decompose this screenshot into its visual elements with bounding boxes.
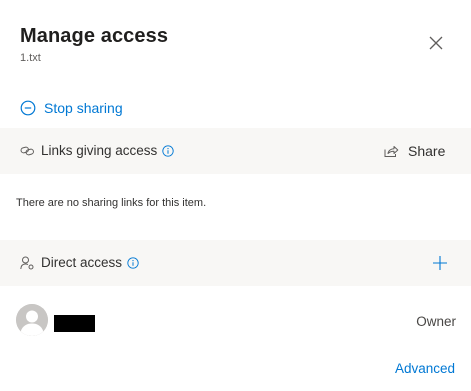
person-avatar-icon [16,304,48,336]
no-links-message: There are no sharing links for this item… [16,197,207,209]
close-icon [429,36,443,50]
stop-sharing-button[interactable]: Stop sharing [20,98,123,118]
link-icon [20,146,34,156]
panel-header: Manage access 1.txt [20,24,168,65]
share-label: Share [408,143,446,159]
person-role[interactable]: Owner [416,314,456,329]
links-section-header: Links giving access [20,128,174,174]
person-name-redacted [54,315,95,332]
direct-section-header: Direct access [20,240,139,286]
links-section-title: Links giving access [41,143,158,158]
add-icon [433,256,447,270]
share-icon [384,145,399,157]
close-button[interactable] [424,31,448,55]
info-icon[interactable] [127,257,139,269]
file-name: 1.txt [20,52,41,64]
share-button[interactable]: Share [384,128,445,174]
panel-title: Manage access [20,25,169,47]
links-giving-access-section: Links giving access Share [0,128,471,174]
person-row[interactable]: Owner [16,304,456,336]
person-key-icon [20,256,34,269]
advanced-link[interactable]: Advanced [395,361,455,376]
add-people-button[interactable] [428,251,452,275]
stop-sharing-label: Stop sharing [44,100,123,116]
info-icon[interactable] [162,145,174,157]
direct-section-title: Direct access [41,255,123,270]
direct-access-section: Direct access [0,240,471,286]
minus-circle-icon [20,100,36,116]
